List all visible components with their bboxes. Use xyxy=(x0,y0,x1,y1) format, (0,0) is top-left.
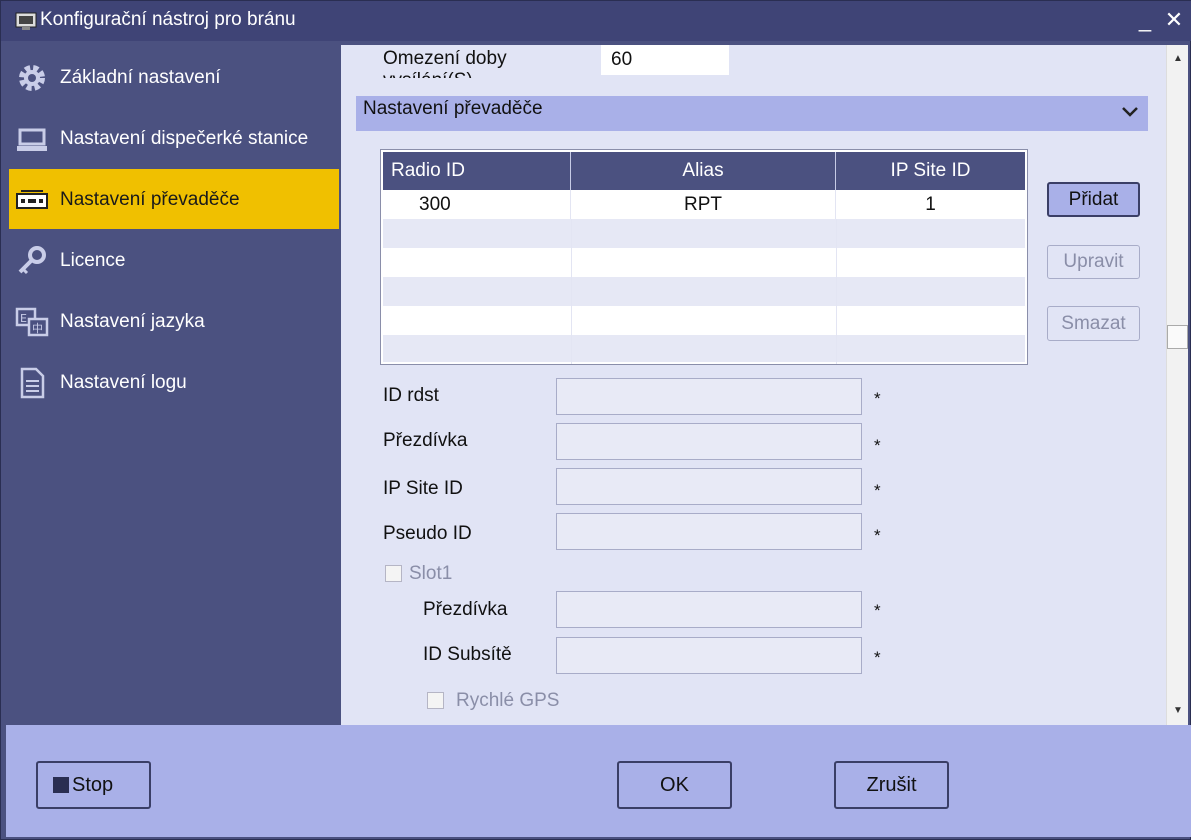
subnet-id-label: ID Subsítě xyxy=(423,644,512,665)
vertical-scrollbar[interactable]: ▲ ▼ xyxy=(1166,45,1188,725)
app-icon xyxy=(15,12,37,30)
footer-bar: Stop OK Zrušit xyxy=(6,725,1191,837)
repeater-table: Radio ID Alias IP Site ID 300 RPT 1 xyxy=(380,149,1028,365)
tx-limit-label: Omezení doby vysílání(S) xyxy=(383,48,507,78)
key-icon xyxy=(18,246,46,275)
table-row xyxy=(383,306,1025,335)
document-icon xyxy=(20,367,45,399)
required-mark: * xyxy=(874,601,881,620)
slot1-nickname-input[interactable] xyxy=(556,591,862,628)
required-mark: * xyxy=(874,648,881,667)
ok-button[interactable]: OK xyxy=(617,761,732,809)
section-title: Nastavení převaděče xyxy=(363,98,543,119)
pseudo-id-input[interactable] xyxy=(556,513,862,550)
stop-button[interactable]: Stop xyxy=(36,761,151,809)
radio-id-label: ID rdst xyxy=(383,385,439,406)
fast-gps-label: Rychlé GPS xyxy=(456,690,560,711)
minimize-button[interactable]: _ xyxy=(1132,7,1158,33)
table-row xyxy=(383,248,1025,277)
radio-id-input[interactable] xyxy=(556,378,862,415)
repeater-icon xyxy=(16,190,48,209)
required-mark: * xyxy=(874,526,881,545)
laptop-icon xyxy=(17,128,47,151)
required-mark: * xyxy=(874,481,881,500)
add-button[interactable]: Přidat xyxy=(1047,182,1140,217)
ip-site-id-label: IP Site ID xyxy=(383,478,463,499)
cell-ip-site-id: 1 xyxy=(925,194,936,215)
sidebar-item-repeater[interactable]: Nastavení převaděče xyxy=(9,169,339,229)
gear-icon xyxy=(19,65,45,91)
sidebar-item-language[interactable]: E 中 Nastavení jazyka xyxy=(9,291,339,351)
column-header-ip-site-id[interactable]: IP Site ID xyxy=(836,152,1025,190)
sidebar-item-label: Licence xyxy=(60,250,126,271)
nickname-label: Přezdívka xyxy=(383,430,468,451)
tx-limit-value: 60 xyxy=(611,49,633,70)
cell-alias: RPT xyxy=(571,190,836,219)
slot1-nickname-label: Přezdívka xyxy=(423,599,508,620)
column-header-alias[interactable]: Alias xyxy=(571,152,836,190)
sidebar-item-label: Nastavení dispečerké stanice xyxy=(60,128,309,149)
close-button[interactable]: ✕ xyxy=(1161,7,1187,33)
delete-button[interactable]: Smazat xyxy=(1047,306,1140,341)
table-row xyxy=(383,219,1025,248)
fast-gps-checkbox[interactable] xyxy=(427,692,444,709)
main-window: Konfigurační nástroj pro bránu _ ✕ Zákla… xyxy=(0,0,1191,840)
tx-limit-input[interactable]: 60 xyxy=(601,45,729,75)
sidebar: Základní nastavení Nastavení dispečerké … xyxy=(6,45,339,725)
required-mark: * xyxy=(874,436,881,455)
pseudo-id-label: Pseudo ID xyxy=(383,523,472,544)
sidebar-item-basic-settings[interactable]: Základní nastavení xyxy=(9,47,339,107)
edit-button[interactable]: Upravit xyxy=(1047,245,1140,279)
stop-icon xyxy=(53,777,69,793)
cell-radio-id: 300 xyxy=(383,190,571,219)
chevron-down-icon xyxy=(1122,107,1138,117)
table-header: Radio ID Alias IP Site ID xyxy=(383,152,1025,190)
scroll-thumb[interactable] xyxy=(1167,325,1188,349)
settings-panel: Omezení doby vysílání(S) 60 Nastavení př… xyxy=(341,45,1166,725)
sidebar-item-log[interactable]: Nastavení logu xyxy=(9,352,339,412)
svg-text:E: E xyxy=(20,312,27,325)
svg-text:中: 中 xyxy=(32,322,43,335)
cancel-button[interactable]: Zrušit xyxy=(834,761,949,809)
sidebar-item-dispatcher[interactable]: Nastavení dispečerké stanice xyxy=(9,108,339,168)
table-row[interactable]: 300 RPT 1 xyxy=(383,190,1025,219)
sidebar-item-label: Základní nastavení xyxy=(60,67,221,88)
repeater-section-header[interactable]: Nastavení převaděče xyxy=(356,96,1148,131)
sidebar-item-label: Nastavení převaděče xyxy=(60,189,240,210)
nickname-input[interactable] xyxy=(556,423,862,460)
subnet-id-input[interactable] xyxy=(556,637,862,674)
column-header-radio-id[interactable]: Radio ID xyxy=(383,152,571,190)
table-row xyxy=(383,277,1025,306)
sidebar-item-license[interactable]: Licence xyxy=(9,230,339,290)
window-title: Konfigurační nástroj pro bránu xyxy=(40,9,296,30)
stop-label: Stop xyxy=(72,774,114,796)
ip-site-id-input[interactable] xyxy=(556,468,862,505)
scroll-up-icon[interactable]: ▲ xyxy=(1172,53,1184,65)
language-icon: E 中 xyxy=(15,307,49,337)
slot1-label: Slot1 xyxy=(409,563,453,584)
title-bar: Konfigurační nástroj pro bránu _ ✕ xyxy=(1,1,1191,41)
sidebar-item-label: Nastavení logu xyxy=(60,372,187,393)
table-row xyxy=(383,335,1025,364)
required-mark: * xyxy=(874,389,881,408)
scroll-down-icon[interactable]: ▼ xyxy=(1172,705,1184,717)
sidebar-item-label: Nastavení jazyka xyxy=(60,311,205,332)
slot1-checkbox[interactable] xyxy=(385,565,402,582)
